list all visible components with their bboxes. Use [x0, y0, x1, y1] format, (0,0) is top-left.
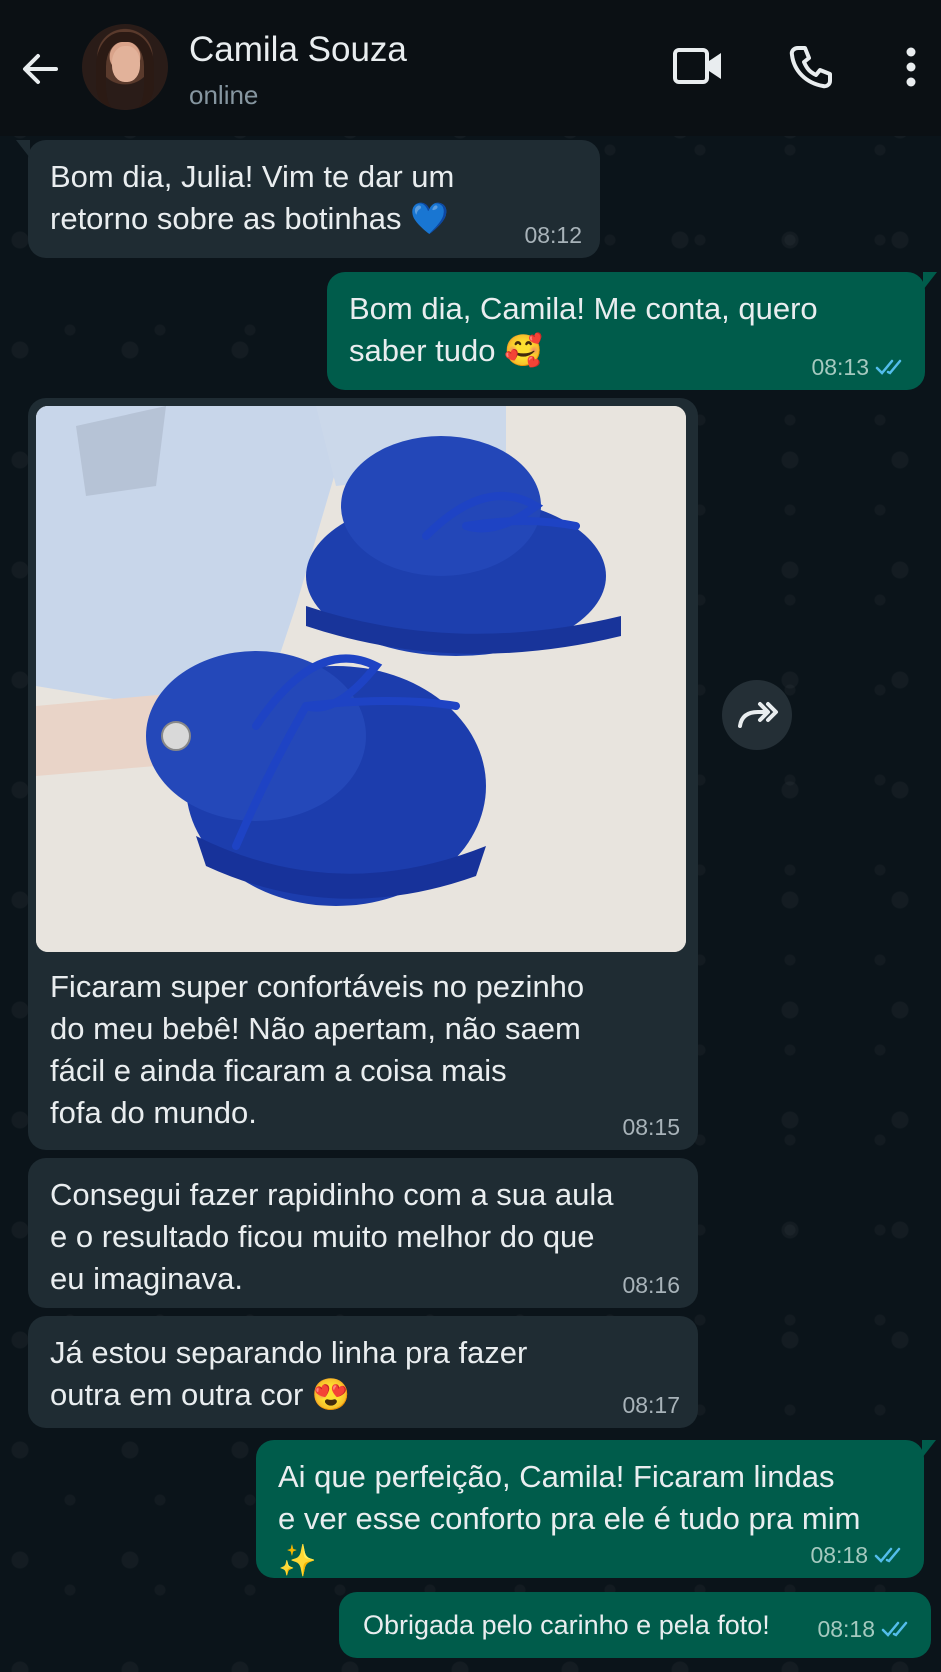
message-bubble[interactable]: Obrigada pelo carinho e pela foto! 08:18: [339, 1592, 931, 1658]
message-text: Bom dia, Julia! Vim te dar um retorno so…: [50, 159, 455, 236]
video-call-icon[interactable]: [672, 44, 724, 88]
more-vert-icon[interactable]: [896, 44, 926, 90]
message-time: 08:15: [622, 1114, 680, 1140]
message-time: 08:16: [622, 1272, 680, 1298]
read-ticks-icon: [875, 359, 902, 375]
message-meta: 08:17: [622, 1392, 680, 1418]
read-ticks-icon: [874, 1547, 901, 1563]
message-bubble[interactable]: Já estou separando linha pra fazer outra…: [28, 1316, 698, 1428]
message-time: 08:17: [622, 1392, 680, 1418]
message-time: 08:18: [810, 1542, 868, 1568]
message-meta: 08:18: [810, 1542, 906, 1568]
message-bubble[interactable]: Consegui fazer rapidinho com a sua aula …: [28, 1158, 698, 1308]
message-bubble[interactable]: Bom dia, Camila! Me conta, quero saber t…: [327, 272, 937, 390]
contact-status: online: [189, 80, 259, 110]
back-arrow-icon[interactable]: [18, 48, 60, 90]
message-bubble[interactable]: Bom dia, Julia! Vim te dar um retorno so…: [16, 140, 600, 258]
message-text: Ai que perfeição, Camila! Ficaram lindas…: [278, 1459, 861, 1578]
message-photo[interactable]: [36, 406, 686, 952]
read-ticks-icon: [881, 1621, 908, 1637]
message-time: 08:12: [524, 222, 582, 248]
message-meta: 08:18: [817, 1616, 913, 1642]
message-meta: 08:12: [524, 222, 582, 248]
message-text: Já estou separando linha pra fazer outra…: [50, 1335, 528, 1412]
booties-image: [36, 406, 686, 952]
chat-header: Camila Souza online: [0, 0, 941, 136]
message-meta: 08:13: [811, 354, 907, 380]
message-time: 08:13: [811, 354, 869, 380]
message-time: 08:18: [817, 1616, 875, 1642]
message-meta: 08:16: [622, 1272, 680, 1298]
message-bubble[interactable]: Ai que perfeição, Camila! Ficaram lindas…: [256, 1440, 936, 1578]
message-text: Consegui fazer rapidinho com a sua aula …: [50, 1177, 614, 1296]
image-message-bubble[interactable]: Ficaram super confortáveis no pezinho do…: [28, 398, 698, 1150]
image-caption: Ficaram super confortáveis no pezinho do…: [50, 969, 585, 1130]
avatar[interactable]: [82, 24, 168, 110]
forward-icon: [738, 702, 778, 728]
phone-icon[interactable]: [788, 44, 834, 90]
message-meta: 08:15: [622, 1114, 680, 1140]
contact-name[interactable]: Camila Souza: [189, 30, 407, 70]
forward-button[interactable]: [722, 680, 792, 750]
